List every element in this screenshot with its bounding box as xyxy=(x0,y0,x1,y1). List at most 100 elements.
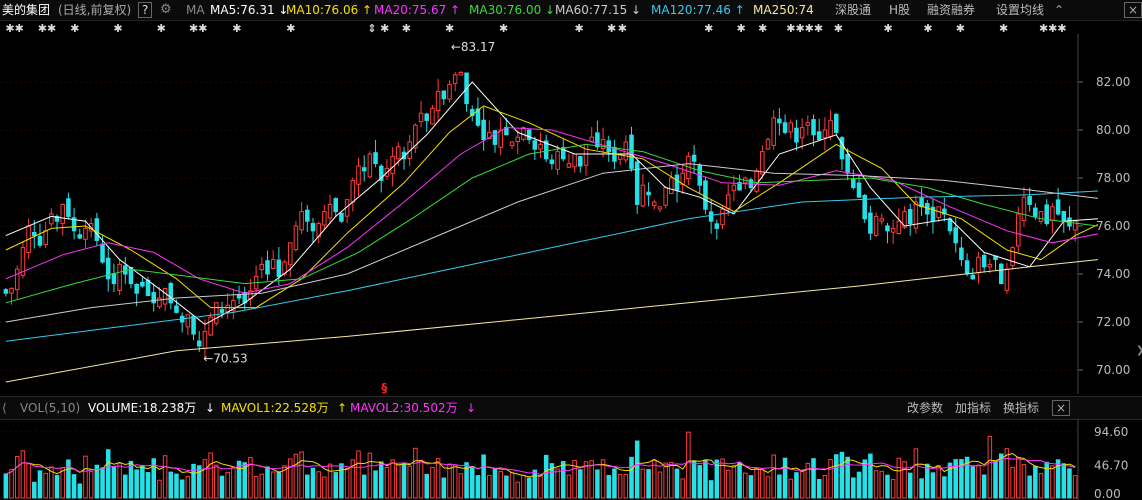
candle[interactable] xyxy=(117,263,122,291)
candle[interactable] xyxy=(134,283,139,294)
candle[interactable] xyxy=(441,90,447,100)
candle[interactable] xyxy=(538,143,543,150)
candle[interactable] xyxy=(145,279,151,297)
candle[interactable] xyxy=(418,112,424,123)
candle[interactable] xyxy=(549,159,555,165)
switch-indicator-button[interactable]: 换指标 xyxy=(1003,400,1039,416)
candle[interactable] xyxy=(1016,213,1021,247)
candle[interactable] xyxy=(1027,196,1032,205)
candle[interactable] xyxy=(498,129,503,148)
candle[interactable] xyxy=(947,218,953,232)
candle[interactable] xyxy=(350,179,356,203)
candle[interactable] xyxy=(452,74,458,84)
candle[interactable] xyxy=(481,119,486,141)
side-expand-icon[interactable]: ❯ xyxy=(1136,345,1142,369)
candle[interactable] xyxy=(521,127,526,140)
candle[interactable] xyxy=(828,119,833,137)
help-button[interactable]: ? xyxy=(138,2,153,18)
candle[interactable] xyxy=(1061,210,1067,222)
candle[interactable] xyxy=(566,163,572,168)
candle[interactable] xyxy=(208,316,213,336)
candle[interactable] xyxy=(634,161,640,205)
candle[interactable] xyxy=(879,218,885,222)
candle[interactable] xyxy=(799,127,805,139)
menu-set-ma[interactable]: 设置均线 xyxy=(996,2,1044,18)
candle[interactable] xyxy=(725,194,731,209)
volume-indicator-label[interactable]: VOL(5,10) xyxy=(20,400,80,416)
candle[interactable] xyxy=(151,292,156,304)
edit-params-button[interactable]: 改参数 xyxy=(907,400,943,416)
add-indicator-button[interactable]: 加指标 xyxy=(955,400,991,416)
candle[interactable] xyxy=(646,191,651,196)
candle[interactable] xyxy=(640,184,646,207)
candle[interactable] xyxy=(196,340,202,347)
candle[interactable] xyxy=(822,129,828,139)
candle[interactable] xyxy=(94,218,100,241)
candle[interactable] xyxy=(66,198,71,217)
candle[interactable] xyxy=(37,235,43,246)
chevron-up-icon[interactable]: ⌃ xyxy=(1054,2,1064,18)
red-event-marker[interactable]: § xyxy=(381,381,387,394)
candle[interactable] xyxy=(202,331,208,349)
candle[interactable] xyxy=(583,143,589,166)
candle[interactable] xyxy=(987,263,993,268)
candle[interactable] xyxy=(970,274,976,280)
candle[interactable] xyxy=(515,136,521,143)
candle[interactable] xyxy=(1033,207,1038,217)
candle[interactable] xyxy=(361,167,367,172)
candle[interactable] xyxy=(657,206,663,210)
candle[interactable] xyxy=(265,260,270,275)
candle[interactable] xyxy=(111,273,117,285)
candle[interactable] xyxy=(907,209,913,225)
candle[interactable] xyxy=(3,289,9,294)
candle[interactable] xyxy=(691,154,697,162)
candle[interactable] xyxy=(953,227,958,244)
candle[interactable] xyxy=(327,203,333,219)
candle[interactable] xyxy=(754,170,759,192)
volume-chart[interactable]: 94.60 46.70 0.00 xyxy=(0,419,1142,500)
menu-shengutong[interactable]: 深股通 xyxy=(835,2,871,18)
candle[interactable] xyxy=(1044,204,1049,225)
stock-name[interactable]: 美的集团 xyxy=(2,2,50,18)
candle[interactable] xyxy=(356,165,361,185)
candle[interactable] xyxy=(555,151,560,170)
candle[interactable] xyxy=(60,203,65,224)
candle[interactable] xyxy=(390,155,395,175)
candle[interactable] xyxy=(299,211,304,231)
candle[interactable] xyxy=(532,140,538,150)
candle[interactable] xyxy=(32,231,37,237)
candle[interactable] xyxy=(885,225,890,232)
candle[interactable] xyxy=(14,268,20,291)
candle[interactable] xyxy=(976,256,981,274)
candle[interactable] xyxy=(83,227,88,240)
candle[interactable] xyxy=(623,141,629,161)
candle[interactable] xyxy=(424,113,430,121)
candle[interactable] xyxy=(214,302,219,324)
candle[interactable] xyxy=(731,184,737,191)
candle[interactable] xyxy=(578,156,583,167)
candle[interactable] xyxy=(1021,196,1027,222)
candle[interactable] xyxy=(140,281,145,287)
candle[interactable] xyxy=(492,130,498,145)
candle[interactable] xyxy=(168,282,174,304)
candle[interactable] xyxy=(981,254,987,268)
candle[interactable] xyxy=(9,287,14,294)
candle[interactable] xyxy=(1010,247,1015,267)
candle[interactable] xyxy=(458,71,464,76)
candle[interactable] xyxy=(959,247,964,261)
candle[interactable] xyxy=(322,211,327,226)
candle[interactable] xyxy=(714,223,720,229)
candle[interactable] xyxy=(396,146,401,160)
candle[interactable] xyxy=(856,182,862,198)
candle[interactable] xyxy=(219,309,225,313)
candle[interactable] xyxy=(782,122,788,133)
candle[interactable] xyxy=(435,91,441,112)
menu-margin[interactable]: 融资融券 xyxy=(927,2,975,18)
candle[interactable] xyxy=(595,132,600,148)
candle[interactable] xyxy=(185,314,191,328)
candle[interactable] xyxy=(771,117,776,146)
candle[interactable] xyxy=(293,225,299,250)
candle[interactable] xyxy=(1004,268,1010,291)
gear-icon[interactable]: ⚙ xyxy=(160,2,172,18)
candle[interactable] xyxy=(651,201,657,207)
